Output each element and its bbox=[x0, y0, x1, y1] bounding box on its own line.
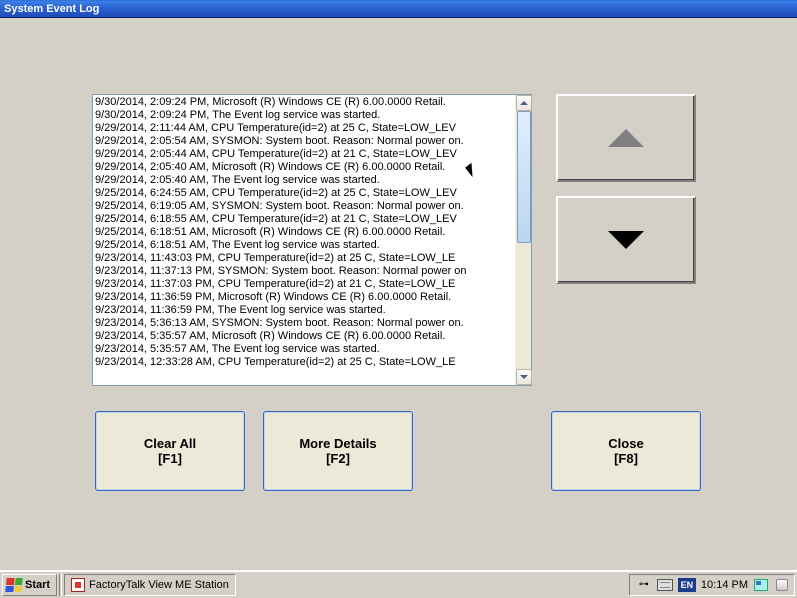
window-titlebar: System Event Log bbox=[0, 0, 797, 18]
usb-icon[interactable]: ⊶ bbox=[636, 578, 652, 592]
factorytalk-icon bbox=[71, 578, 85, 592]
log-entry[interactable]: 9/30/2014, 2:09:24 PM, Microsoft (R) Win… bbox=[95, 96, 513, 109]
log-entry[interactable]: 9/30/2014, 2:09:24 PM, The Event log ser… bbox=[95, 109, 513, 122]
log-entry[interactable]: 9/23/2014, 5:35:57 AM, The Event log ser… bbox=[95, 343, 513, 356]
language-indicator[interactable]: EN bbox=[678, 578, 696, 592]
close-button[interactable]: Close [F8] bbox=[551, 411, 701, 491]
log-entry[interactable]: 9/29/2014, 2:05:54 AM, SYSMON: System bo… bbox=[95, 135, 513, 148]
log-entry[interactable]: 9/29/2014, 2:11:44 AM, CPU Temperature(i… bbox=[95, 122, 513, 135]
log-entry[interactable]: 9/29/2014, 2:05:40 AM, The Event log ser… bbox=[95, 174, 513, 187]
event-log-content: 9/30/2014, 2:09:24 PM, Microsoft (R) Win… bbox=[93, 95, 515, 385]
triangle-up-icon bbox=[608, 129, 644, 147]
more-details-label: More Details bbox=[299, 436, 376, 451]
log-entry[interactable]: 9/25/2014, 6:18:55 AM, CPU Temperature(i… bbox=[95, 213, 513, 226]
keyboard-icon[interactable] bbox=[657, 578, 673, 592]
log-entry[interactable]: 9/23/2014, 11:43:03 PM, CPU Temperature(… bbox=[95, 252, 513, 265]
scrollbar-up-arrow[interactable] bbox=[516, 95, 532, 111]
log-entry[interactable]: 9/23/2014, 11:37:13 PM, SYSMON: System b… bbox=[95, 265, 513, 278]
clear-all-shortcut: [F1] bbox=[158, 451, 182, 466]
taskbar-app-button[interactable]: FactoryTalk View ME Station bbox=[64, 574, 236, 596]
scroll-up-button[interactable] bbox=[556, 94, 696, 182]
log-entry[interactable]: 9/23/2014, 5:35:57 AM, Microsoft (R) Win… bbox=[95, 330, 513, 343]
log-entry[interactable]: 9/23/2014, 12:33:28 AM, CPU Temperature(… bbox=[95, 356, 513, 369]
log-entry[interactable]: 9/23/2014, 11:36:59 PM, Microsoft (R) Wi… bbox=[95, 291, 513, 304]
taskbar-separator bbox=[59, 574, 62, 596]
scroll-down-button[interactable] bbox=[556, 196, 696, 284]
scrollbar-thumb[interactable] bbox=[517, 111, 531, 243]
close-shortcut: [F8] bbox=[614, 451, 638, 466]
start-button[interactable]: Start bbox=[2, 574, 57, 596]
log-entry[interactable]: 9/29/2014, 2:05:40 AM, Microsoft (R) Win… bbox=[95, 161, 513, 174]
log-entry[interactable]: 9/23/2014, 5:36:13 AM, SYSMON: System bo… bbox=[95, 317, 513, 330]
scrollbar[interactable] bbox=[515, 95, 531, 385]
clear-all-label: Clear All bbox=[144, 436, 196, 451]
log-entry[interactable]: 9/25/2014, 6:18:51 AM, Microsoft (R) Win… bbox=[95, 226, 513, 239]
log-entry[interactable]: 9/25/2014, 6:24:55 AM, CPU Temperature(i… bbox=[95, 187, 513, 200]
event-log-list[interactable]: 9/30/2014, 2:09:24 PM, Microsoft (R) Win… bbox=[92, 94, 532, 386]
log-entry[interactable]: 9/23/2014, 11:37:03 PM, CPU Temperature(… bbox=[95, 278, 513, 291]
clock[interactable]: 10:14 PM bbox=[701, 579, 748, 591]
tray-tool-icon[interactable] bbox=[774, 578, 790, 592]
clear-all-button[interactable]: Clear All [F1] bbox=[95, 411, 245, 491]
log-entry[interactable]: 9/23/2014, 11:36:59 PM, The Event log se… bbox=[95, 304, 513, 317]
window-title: System Event Log bbox=[4, 3, 99, 15]
taskbar: Start FactoryTalk View ME Station ⊶ EN 1… bbox=[0, 570, 797, 598]
log-entry[interactable]: 9/29/2014, 2:05:44 AM, CPU Temperature(i… bbox=[95, 148, 513, 161]
log-entry[interactable]: 9/25/2014, 6:19:05 AM, SYSMON: System bo… bbox=[95, 200, 513, 213]
more-details-button[interactable]: More Details [F2] bbox=[263, 411, 413, 491]
triangle-down-icon bbox=[608, 231, 644, 249]
close-label: Close bbox=[608, 436, 643, 451]
windows-flag-icon bbox=[5, 578, 22, 592]
more-details-shortcut: [F2] bbox=[326, 451, 350, 466]
show-desktop-icon[interactable] bbox=[753, 578, 769, 592]
log-entry[interactable]: 9/25/2014, 6:18:51 AM, The Event log ser… bbox=[95, 239, 513, 252]
scrollbar-down-arrow[interactable] bbox=[516, 369, 532, 385]
taskbar-app-label: FactoryTalk View ME Station bbox=[89, 579, 229, 591]
system-tray: ⊶ EN 10:14 PM bbox=[629, 574, 795, 596]
start-label: Start bbox=[25, 579, 50, 591]
